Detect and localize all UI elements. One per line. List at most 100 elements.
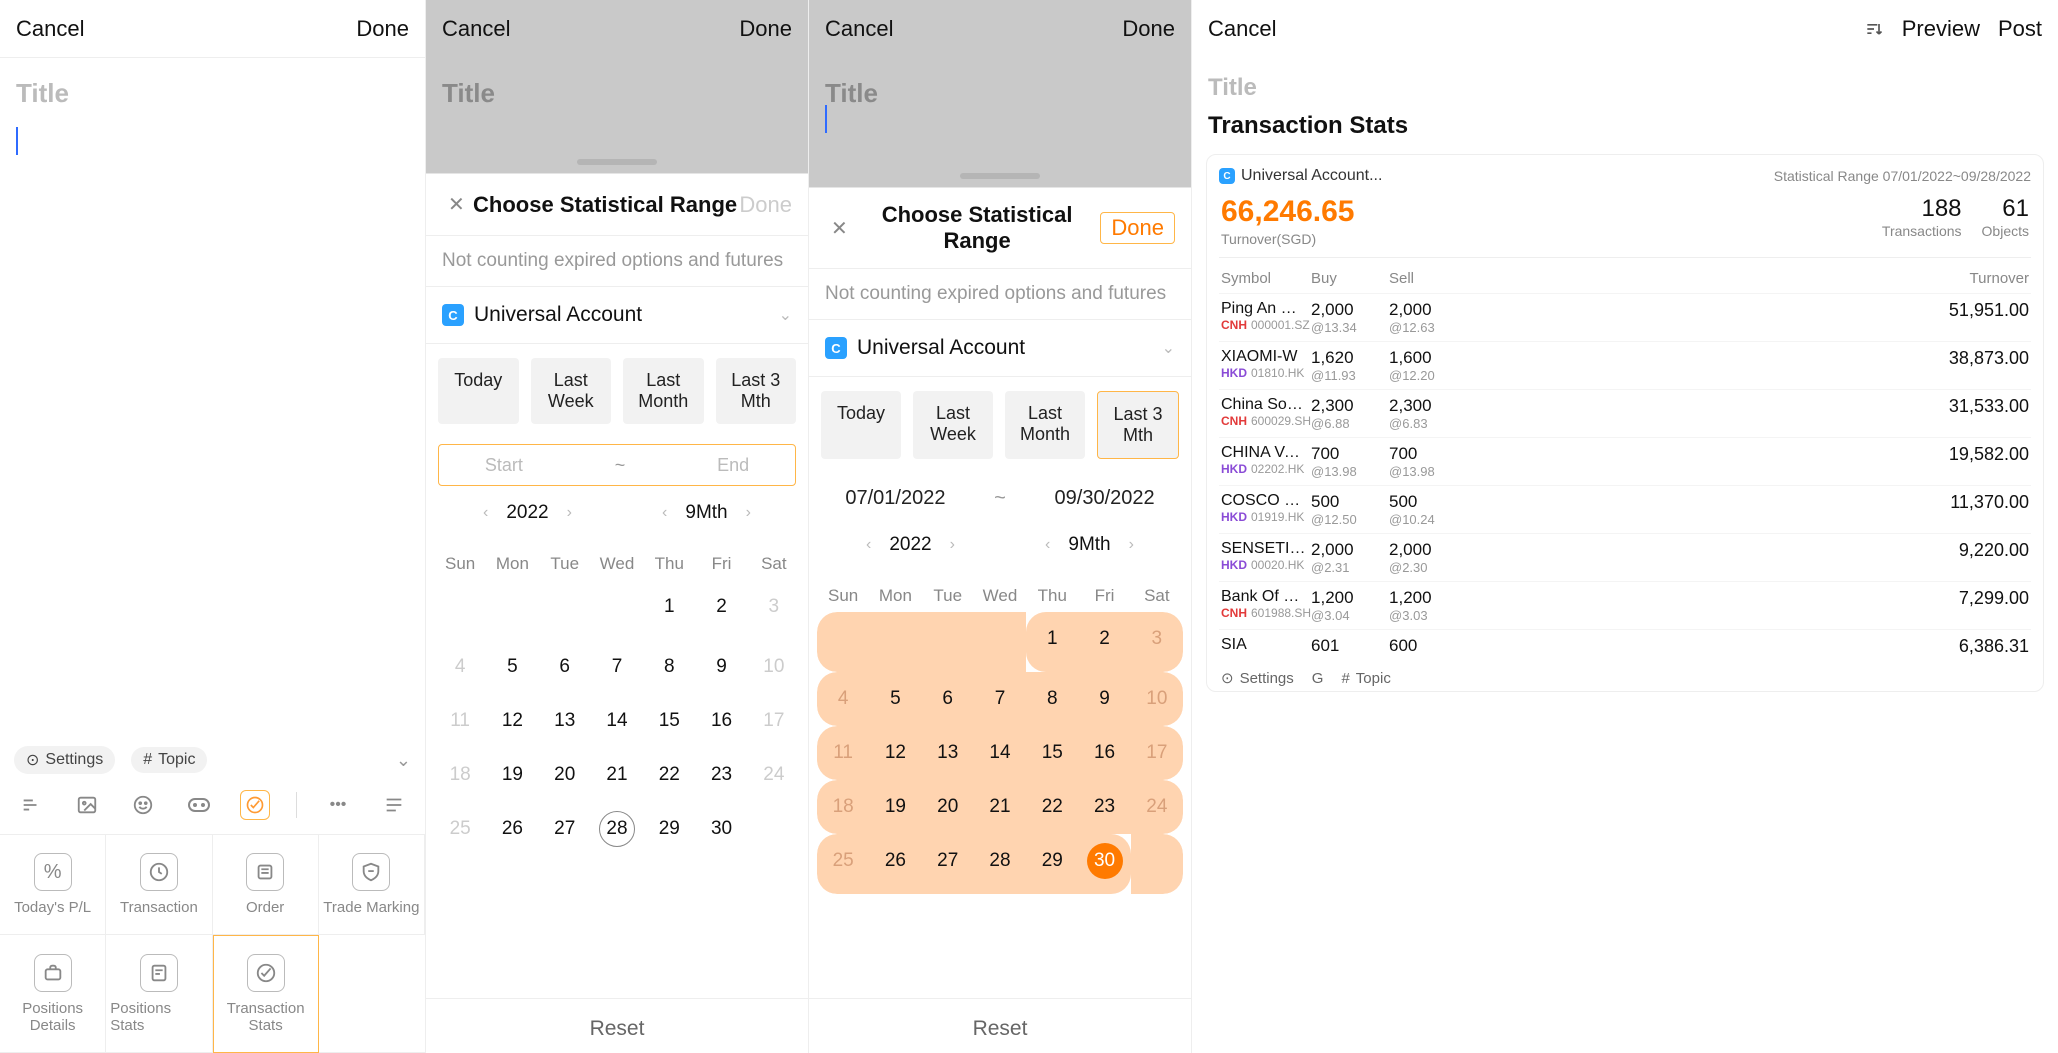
pill-icon[interactable] [184, 790, 214, 820]
calendar-day[interactable]: 5 [869, 672, 921, 726]
calendar-day[interactable]: 24 [1131, 780, 1183, 834]
card-positions-stats[interactable]: Positions Stats [106, 935, 212, 1053]
year-next[interactable]: › [942, 532, 963, 558]
collapse-tags[interactable]: ⌄ [396, 750, 411, 771]
calendar-day[interactable] [922, 612, 974, 672]
calendar-day[interactable]: 9 [1078, 672, 1130, 726]
chip-last-week[interactable]: Last Week [913, 391, 993, 459]
post-button[interactable]: Post [1998, 16, 2042, 42]
modal-done-active[interactable]: Done [1100, 212, 1175, 244]
calendar-day[interactable]: 17 [748, 694, 800, 748]
calendar-day[interactable]: 29 [643, 802, 695, 862]
calendar-day[interactable]: 27 [539, 802, 591, 862]
table-row[interactable]: CHINA VANKEHKD02202.HK700@13.98700@13.98… [1219, 437, 2031, 485]
calendar-day[interactable]: 12 [869, 726, 921, 780]
card-order[interactable]: Order [213, 835, 319, 935]
calendar-day[interactable]: 24 [748, 748, 800, 802]
calendar-day[interactable]: 22 [1026, 780, 1078, 834]
calendar-day[interactable]: 4 [434, 640, 486, 694]
year-prev[interactable]: ‹ [475, 500, 496, 526]
calendar-day[interactable]: 20 [539, 748, 591, 802]
calendar-day[interactable]: 18 [434, 748, 486, 802]
calendar-day[interactable]: 25 [817, 834, 869, 894]
preview-button[interactable]: Preview [1902, 16, 1980, 42]
calendar-day[interactable]: 10 [1131, 672, 1183, 726]
title-input[interactable]: Title [1192, 58, 2058, 108]
close-icon[interactable]: ✕ [825, 212, 854, 245]
calendar-day[interactable]: 20 [922, 780, 974, 834]
calendar-day[interactable] [974, 612, 1026, 672]
card-transaction[interactable]: Transaction [106, 835, 212, 935]
cancel-button[interactable]: Cancel [825, 16, 893, 42]
calendar-day[interactable] [486, 580, 538, 640]
month-prev[interactable]: ‹ [654, 500, 675, 526]
settings-tag[interactable]: ⊙ Settings [14, 746, 115, 774]
calendar-day[interactable]: 28 [974, 834, 1026, 894]
calendar-day[interactable]: 14 [591, 694, 643, 748]
calendar-day[interactable]: 4 [817, 672, 869, 726]
chip-last-3-mth-active[interactable]: Last 3 Mth [1097, 391, 1179, 459]
calendar-day[interactable]: 9 [695, 640, 747, 694]
cancel-button[interactable]: Cancel [1208, 16, 1276, 42]
close-icon[interactable]: ✕ [442, 188, 471, 221]
calendar-day[interactable]: 30 [1078, 834, 1130, 894]
month-next[interactable]: › [738, 500, 759, 526]
calendar-day[interactable]: 29 [1026, 834, 1078, 894]
card-todays-pl[interactable]: % Today's P/L [0, 835, 106, 935]
account-selector[interactable]: CUniversal Account ⌄ [809, 320, 1191, 377]
title-input[interactable]: Title [809, 58, 1191, 119]
calendar-day[interactable] [869, 612, 921, 672]
calendar-day[interactable]: 13 [539, 694, 591, 748]
calendar-day[interactable]: 2 [1078, 612, 1130, 672]
calendar-day[interactable]: 3 [1131, 612, 1183, 672]
date-range-display[interactable]: 07/01/2022 ~ 09/30/2022 [821, 479, 1179, 518]
calendar-day[interactable]: 15 [1026, 726, 1078, 780]
calendar-day[interactable] [434, 580, 486, 640]
chip-last-month[interactable]: Last Month [1005, 391, 1085, 459]
account-selector[interactable]: CUniversal Account ⌄ [426, 287, 808, 344]
month-next[interactable]: › [1121, 532, 1142, 558]
calendar-day[interactable]: 16 [695, 694, 747, 748]
calendar-day[interactable]: 22 [643, 748, 695, 802]
calendar-day[interactable]: 25 [434, 802, 486, 862]
calendar-day[interactable]: 11 [434, 694, 486, 748]
calendar-day[interactable]: 28 [591, 802, 643, 862]
calendar-day[interactable]: 13 [922, 726, 974, 780]
table-row[interactable]: SIA6016006,386.31 [1219, 629, 2031, 663]
calendar-day[interactable]: 14 [974, 726, 1026, 780]
chip-last-week[interactable]: Last Week [531, 358, 612, 424]
table-row[interactable]: Ping An BankCNH000001.SZ2,000@13.342,000… [1219, 293, 2031, 341]
calendar-day[interactable]: 23 [695, 748, 747, 802]
paragraph-icon[interactable] [379, 790, 409, 820]
settings-tag[interactable]: ⊙Settings [1221, 669, 1294, 687]
stats-icon-active[interactable] [240, 790, 270, 820]
calendar-day[interactable]: 19 [869, 780, 921, 834]
year-next[interactable]: › [559, 500, 580, 526]
calendar-day[interactable]: 11 [817, 726, 869, 780]
format-icon[interactable] [16, 790, 46, 820]
date-range-input[interactable]: Start ~ End [438, 444, 796, 486]
done-button[interactable]: Done [356, 16, 409, 42]
calendar-day[interactable]: 5 [486, 640, 538, 694]
month-prev[interactable]: ‹ [1037, 532, 1058, 558]
calendar-day[interactable]: 3 [748, 580, 800, 640]
topic-tag[interactable]: # Topic [131, 747, 207, 773]
sort-icon[interactable] [1864, 19, 1884, 39]
chip-last-3-mth[interactable]: Last 3 Mth [716, 358, 797, 424]
calendar-day[interactable]: 8 [1026, 672, 1078, 726]
done-button[interactable]: Done [739, 16, 792, 42]
calendar-day[interactable]: 7 [591, 640, 643, 694]
calendar-day[interactable]: 6 [922, 672, 974, 726]
title-input[interactable]: Title [0, 58, 425, 119]
calendar-day[interactable]: 1 [643, 580, 695, 640]
done-button[interactable]: Done [1122, 16, 1175, 42]
calendar-day[interactable]: 26 [486, 802, 538, 862]
card-trade-marking[interactable]: Trade Marking [319, 835, 425, 935]
calendar-day[interactable]: 23 [1078, 780, 1130, 834]
calendar-day[interactable] [817, 612, 869, 672]
calendar-day[interactable]: 18 [817, 780, 869, 834]
calendar-day[interactable] [591, 580, 643, 640]
emoji-icon[interactable] [128, 790, 158, 820]
reset-button[interactable]: Reset [426, 998, 808, 1053]
table-row[interactable]: COSCO SHIP HOLDHKD01919.HK500@12.50500@1… [1219, 485, 2031, 533]
